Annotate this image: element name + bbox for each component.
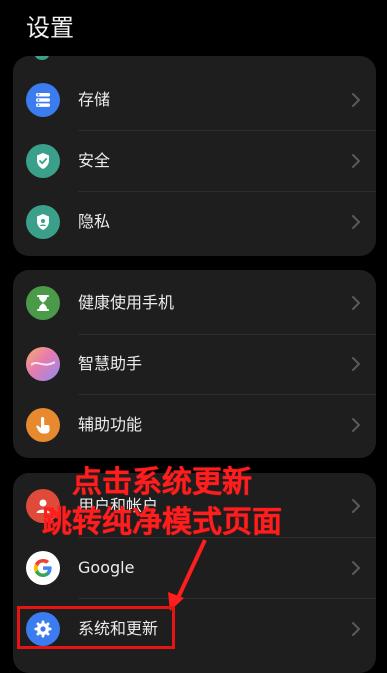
annotation-highlight-box	[17, 606, 175, 649]
annotation-arrow	[168, 539, 207, 611]
